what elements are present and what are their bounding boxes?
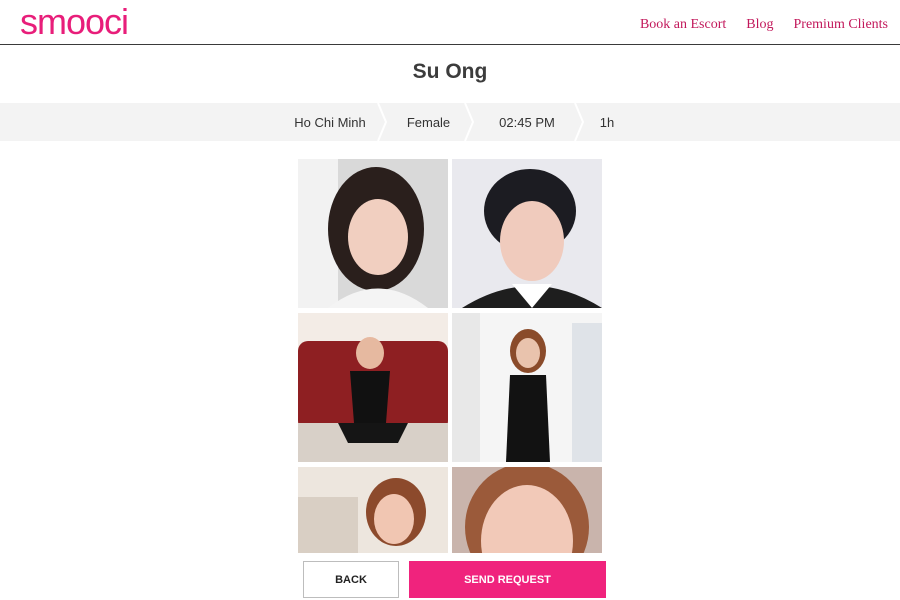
back-button[interactable]: BACK: [303, 561, 399, 598]
booking-step-location[interactable]: Ho Chi Minh: [275, 103, 393, 141]
nav-link-premium-clients[interactable]: Premium Clients: [794, 17, 889, 33]
profile-photo[interactable]: [298, 159, 448, 308]
main-nav: Book an Escort Blog Premium Clients: [640, 17, 888, 33]
nav-link-book-escort[interactable]: Book an Escort: [640, 17, 726, 33]
location-label: Ho Chi Minh: [294, 114, 366, 130]
chevron-right-icon: [464, 103, 480, 141]
gender-label: Female: [406, 114, 451, 130]
send-request-button[interactable]: SEND REQUEST: [409, 561, 606, 598]
booking-summary-strip: Ho Chi Minh Female 02:45 PM 1h: [0, 103, 900, 141]
profile-photo[interactable]: [452, 159, 602, 308]
site-logo[interactable]: smooci: [20, 2, 129, 42]
nav-link-blog[interactable]: Blog: [746, 17, 773, 33]
profile-photo[interactable]: [298, 313, 448, 462]
profile-photo[interactable]: [452, 467, 602, 559]
action-bar: BACK SEND REQUEST: [0, 553, 900, 600]
top-header: smooci Book an Escort Blog Premium Clien…: [0, 0, 900, 45]
profile-photo[interactable]: [452, 313, 602, 462]
profile-name: Su Ong: [412, 60, 488, 83]
chevron-right-icon: [574, 103, 590, 141]
booking-step-gender[interactable]: Female: [385, 103, 480, 141]
booking-step-time[interactable]: 02:45 PM: [472, 103, 590, 141]
profile-photo[interactable]: [298, 467, 448, 559]
photo-gallery: [298, 159, 602, 559]
time-label: 02:45 PM: [499, 114, 555, 130]
duration-label: 1h: [599, 114, 615, 130]
chevron-right-icon: [377, 103, 393, 141]
